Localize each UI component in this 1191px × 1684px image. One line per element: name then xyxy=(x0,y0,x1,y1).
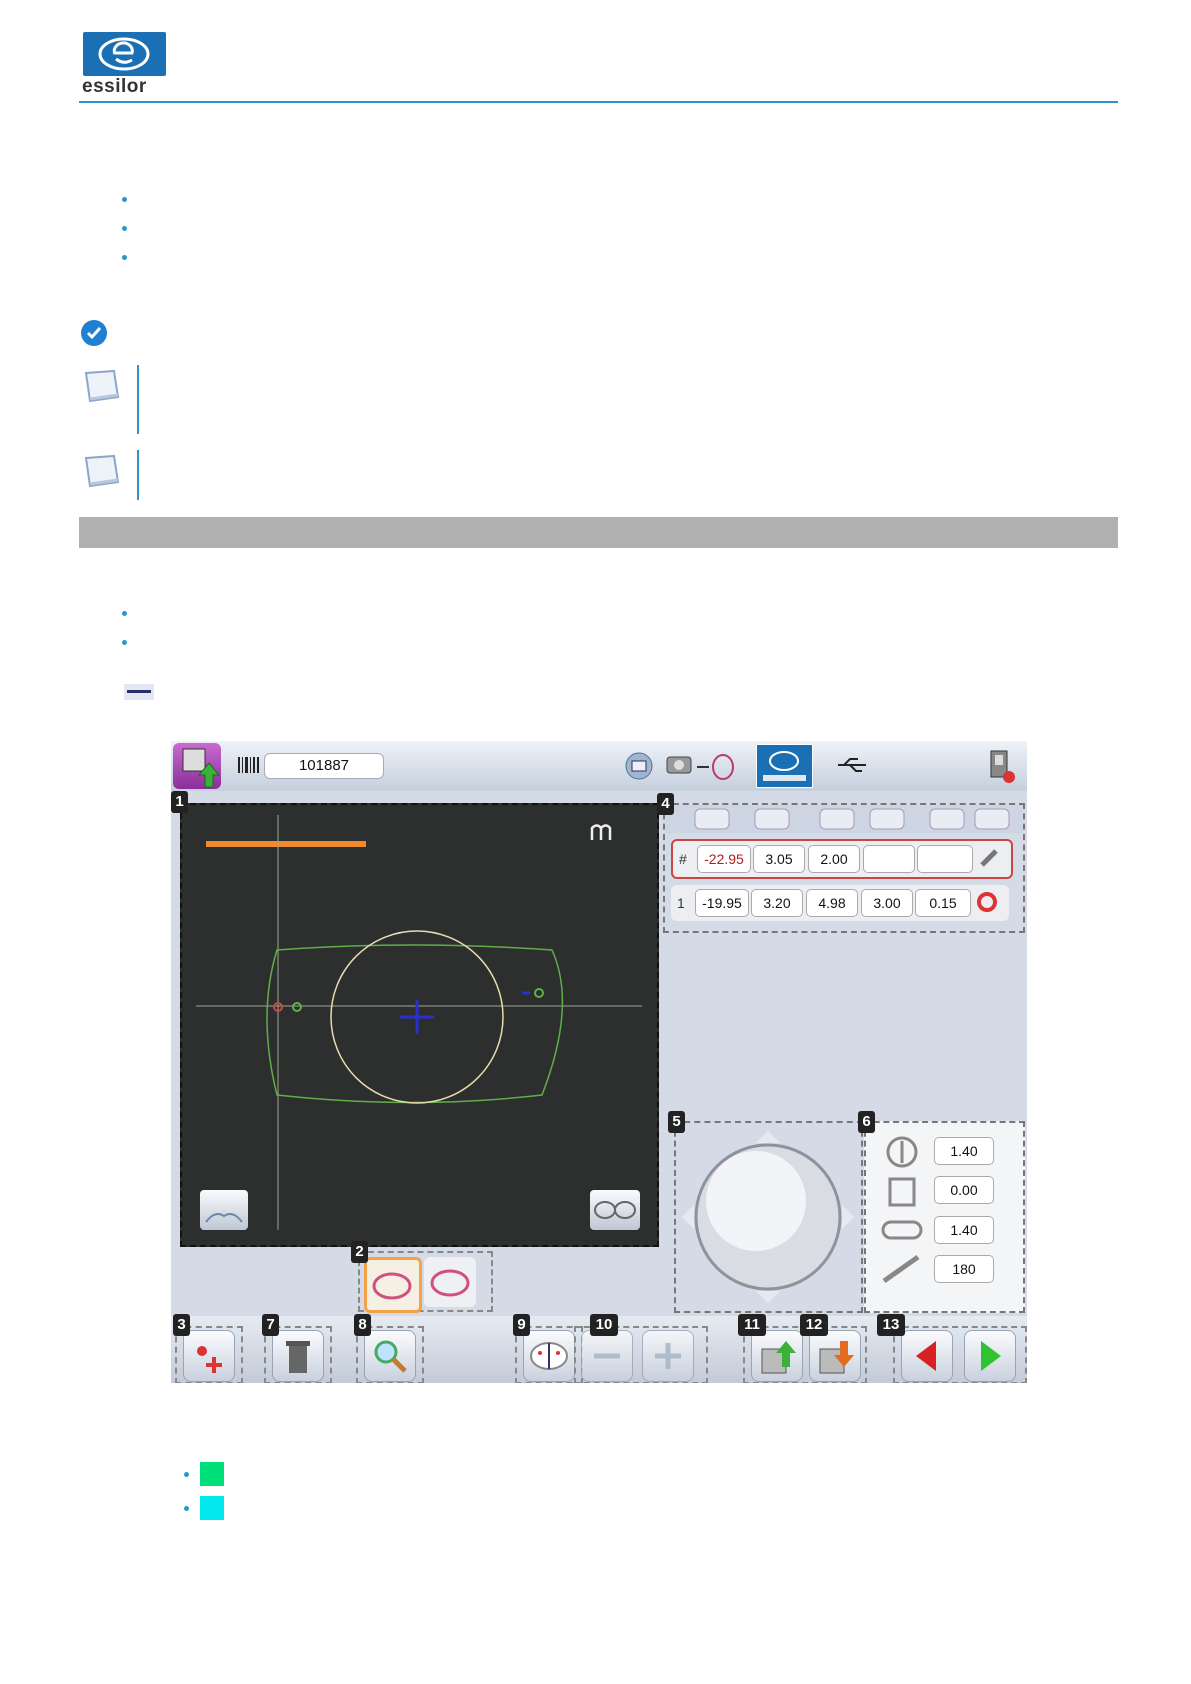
row-marker: # xyxy=(679,851,687,867)
green-legend-swatch xyxy=(200,1462,224,1486)
usb-icon xyxy=(836,754,870,776)
glasses-type-icon[interactable] xyxy=(590,820,612,842)
bevel-icon xyxy=(880,1215,924,1245)
callout-6: 6 xyxy=(858,1111,875,1133)
job-number-field[interactable]: 101887 xyxy=(264,753,384,779)
section-header-bar xyxy=(79,517,1118,548)
zoom-button[interactable] xyxy=(364,1330,416,1382)
value-cell[interactable]: 3.00 xyxy=(861,889,913,917)
header-rule xyxy=(79,101,1118,103)
cyan-legend-swatch xyxy=(200,1496,224,1520)
callout-5: 5 xyxy=(668,1111,685,1133)
essilor-logo-icon xyxy=(756,744,813,788)
bullet xyxy=(122,197,127,202)
note-icon xyxy=(82,452,120,488)
panel4-toolbar xyxy=(665,805,1023,833)
refresh-icon[interactable] xyxy=(976,891,998,913)
param-value[interactable]: 1.40 xyxy=(934,1216,994,1244)
param-value[interactable]: 1.40 xyxy=(934,1137,994,1165)
bar-icon xyxy=(124,680,154,704)
note-divider xyxy=(137,365,139,434)
drill-icon[interactable] xyxy=(978,847,1000,869)
note-divider xyxy=(137,450,139,500)
import-shape-button[interactable] xyxy=(751,1330,803,1382)
both-lenses-icon[interactable] xyxy=(590,1190,640,1230)
callout-12: 12 xyxy=(800,1314,828,1336)
logout-icon[interactable] xyxy=(983,747,1021,785)
right-lens-button[interactable] xyxy=(364,1257,422,1313)
lens-shape-view[interactable] xyxy=(180,803,659,1247)
note-icon xyxy=(82,367,120,403)
callout-1: 1 xyxy=(171,791,188,813)
shape-drawing xyxy=(196,815,642,1230)
value-cell[interactable]: 0.15 xyxy=(915,889,971,917)
callout-11: 11 xyxy=(738,1314,766,1336)
value-cell[interactable]: -19.95 xyxy=(695,889,749,917)
book-icon[interactable] xyxy=(200,1190,248,1230)
value-cell[interactable]: -22.95 xyxy=(697,845,751,873)
callout-13: 13 xyxy=(877,1314,905,1336)
message-icon[interactable] xyxy=(624,751,654,781)
param-value[interactable]: 180 xyxy=(934,1255,994,1283)
brand-name: essilor xyxy=(82,76,147,97)
bullet xyxy=(122,640,127,645)
bullet xyxy=(122,226,127,231)
callout-4: 4 xyxy=(657,793,674,815)
parameters-panel: 1.40 0.00 1.40 180 xyxy=(864,1121,1025,1313)
pin-icon xyxy=(880,1251,924,1285)
edger-screen-screenshot: 101887 1 2 # -22.95 3.05 2.00 1 -19.95 3… xyxy=(171,741,1027,1383)
axis-icon xyxy=(884,1135,920,1169)
book-icon xyxy=(884,1175,920,1209)
delete-button[interactable] xyxy=(272,1330,324,1382)
essilor-logo-icon xyxy=(83,32,166,76)
export-job-button[interactable] xyxy=(173,743,221,789)
trackball-panel xyxy=(674,1121,863,1313)
value-cell[interactable]: 2.00 xyxy=(808,845,860,873)
lens-drilling-button[interactable] xyxy=(523,1330,575,1382)
bullet xyxy=(184,1506,189,1511)
previous-button[interactable] xyxy=(901,1330,953,1382)
callout-8: 8 xyxy=(354,1314,371,1336)
left-lens-button[interactable] xyxy=(424,1257,476,1307)
value-cell[interactable]: 4.98 xyxy=(806,889,858,917)
barcode-icon xyxy=(238,757,260,773)
row-marker: 1 xyxy=(677,895,685,911)
export-shape-button[interactable] xyxy=(809,1330,861,1382)
value-cell[interactable]: 3.20 xyxy=(751,889,803,917)
value-cell[interactable]: 3.05 xyxy=(753,845,805,873)
bullet xyxy=(184,1472,189,1477)
trackball-icon[interactable] xyxy=(676,1123,861,1311)
callout-3: 3 xyxy=(173,1314,190,1336)
measurement-panel: # -22.95 3.05 2.00 1 -19.95 3.20 4.98 3.… xyxy=(663,803,1025,933)
tracer-link-icon xyxy=(665,751,745,781)
value-cell[interactable] xyxy=(863,845,915,873)
callout-9: 9 xyxy=(513,1314,530,1336)
param-value[interactable]: 0.00 xyxy=(934,1176,994,1204)
measurement-row-1: 1 -19.95 3.20 4.98 3.00 0.15 xyxy=(671,885,1009,921)
next-button[interactable] xyxy=(964,1330,1016,1382)
value-cell[interactable] xyxy=(917,845,973,873)
callout-2: 2 xyxy=(351,1241,368,1263)
callout-7: 7 xyxy=(262,1314,279,1336)
measurement-row-hash: # -22.95 3.05 2.00 xyxy=(671,839,1013,879)
bullet xyxy=(122,255,127,260)
decrease-button[interactable] xyxy=(581,1330,633,1382)
add-hole-button[interactable] xyxy=(183,1330,235,1382)
increase-button[interactable] xyxy=(642,1330,694,1382)
callout-10: 10 xyxy=(590,1314,618,1336)
check-circle-icon xyxy=(81,320,107,346)
bullet xyxy=(122,611,127,616)
